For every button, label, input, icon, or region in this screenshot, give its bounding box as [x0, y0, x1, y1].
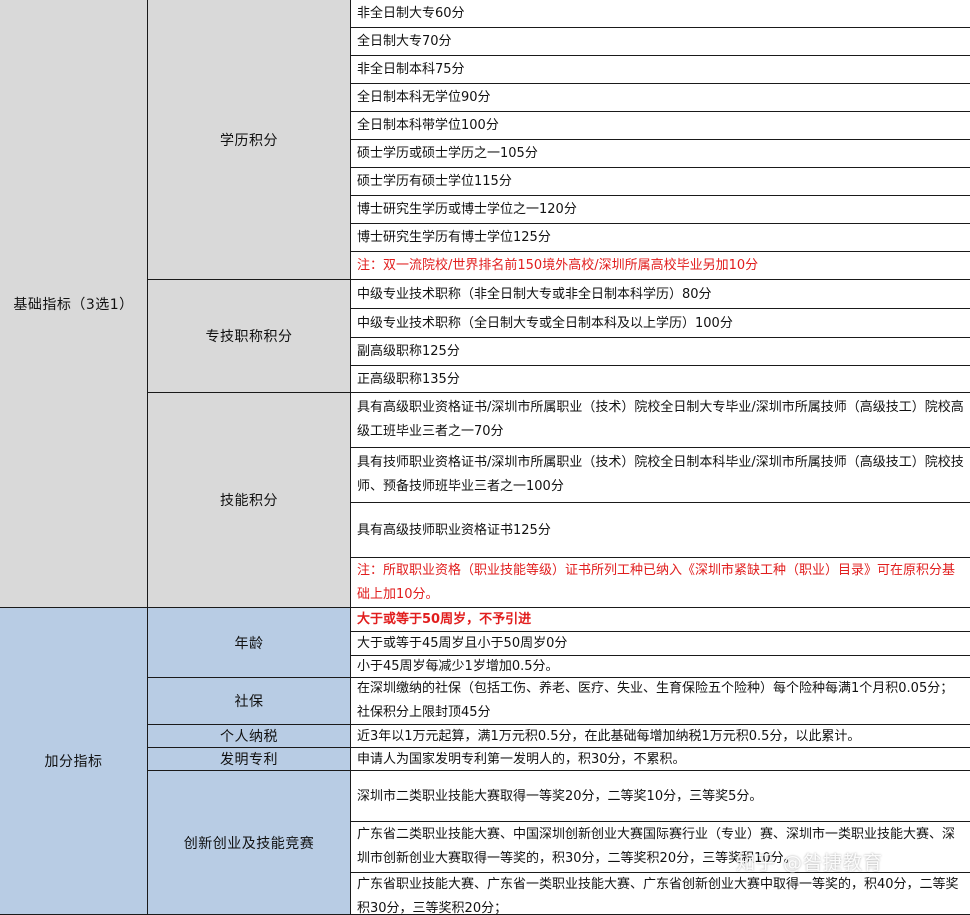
age-item: 小于45周岁每减少1岁增加0.5分。 — [350, 655, 970, 678]
points-table: 基础指标（3选1） 加分指标 学历积分 专技职称积分 技能积分 年龄 社保 个人… — [0, 0, 970, 915]
education-item: 全日制本科无学位90分 — [350, 83, 970, 112]
skill-item: 具有高级职业资格证书/深圳市所属职业（技术）院校全日制大专毕业/深圳市所属技师（… — [350, 392, 970, 448]
social-item: 在深圳缴纳的社保（包括工伤、养老、医疗、失业、生育保险五个险种）每个险种每满1个… — [350, 677, 970, 725]
age-item: 大于或等于45周岁且小于50周岁0分 — [350, 631, 970, 656]
group-innovation: 创新创业及技能竞赛 — [147, 770, 351, 915]
group-title: 专技职称积分 — [147, 279, 351, 393]
age-item-exclusion: 大于或等于50周岁，不予引进 — [350, 607, 970, 632]
group-skill: 技能积分 — [147, 392, 351, 608]
watermark: 知乎 @昝捷教育 — [736, 852, 884, 874]
education-item: 非全日制大专60分 — [350, 0, 970, 28]
title-item: 中级专业技术职称（非全日制大专或非全日制本科学历）80分 — [350, 279, 970, 309]
education-item: 非全日制本科75分 — [350, 55, 970, 84]
section-base: 基础指标（3选1） — [0, 0, 148, 608]
skill-item: 具有技师职业资格证书/深圳市所属职业（技术）院校全日制本科毕业/深圳市所属技师（… — [350, 447, 970, 503]
title-item: 正高级职称135分 — [350, 365, 970, 393]
innovation-item: 深圳市二类职业技能大赛取得一等奖20分，二等奖10分，三等奖5分。 — [350, 770, 970, 822]
group-social: 社保 — [147, 677, 351, 725]
education-item: 全日制大专70分 — [350, 27, 970, 56]
patent-item: 申请人为国家发明专利第一发明人的，积30分，不累积。 — [350, 747, 970, 771]
education-item: 博士研究生学历有博士学位125分 — [350, 223, 970, 252]
skill-note: 注：所取职业资格（职业技能等级）证书所列工种已纳入《深圳市紧缺工种（职业）目录》… — [350, 557, 970, 608]
group-tax: 个人纳税 — [147, 724, 351, 748]
education-item: 全日制本科带学位100分 — [350, 111, 970, 140]
education-item: 硕士学历或硕士学历之一105分 — [350, 139, 970, 168]
group-education: 学历积分 — [147, 0, 351, 280]
group-patent: 发明专利 — [147, 747, 351, 771]
title-item: 副高级职称125分 — [350, 337, 970, 366]
education-note: 注：双一流院校/世界排名前150境外高校/深圳所属高校毕业另加10分 — [350, 251, 970, 280]
innovation-item: 广东省职业技能大赛、广东省一类职业技能大赛、广东省创新创业大赛中取得一等奖的，积… — [350, 872, 970, 915]
education-item: 硕士学历有硕士学位115分 — [350, 167, 970, 196]
section-bonus: 加分指标 — [0, 607, 148, 915]
title-item: 中级专业技术职称（全日制大专或全日制本科及以上学历）100分 — [350, 308, 970, 338]
education-item: 博士研究生学历或博士学位之一120分 — [350, 195, 970, 224]
group-age: 年龄 — [147, 607, 351, 678]
tax-item: 近3年以1万元起算，满1万元积0.5分，在此基础每增加纳税1万元积0.5分，以此… — [350, 724, 970, 748]
skill-item: 具有高级技师职业资格证书125分 — [350, 502, 970, 558]
